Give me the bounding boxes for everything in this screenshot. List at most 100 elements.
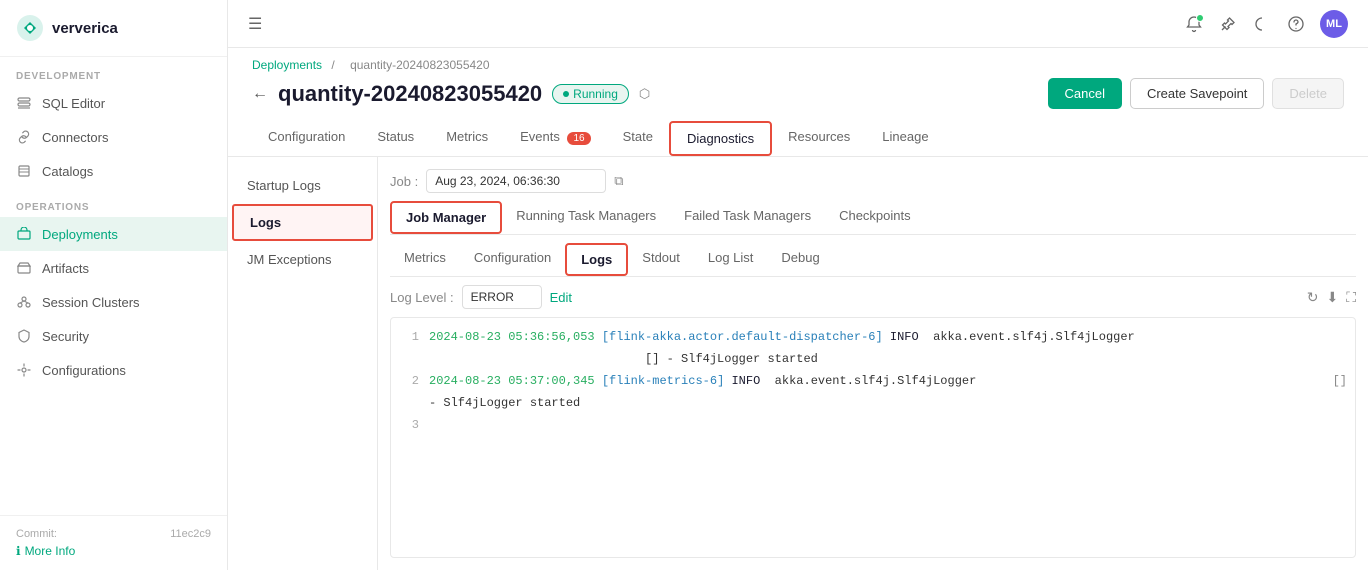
sidebar-item-security-label: Security	[42, 329, 89, 344]
topbar: ☰ ML	[228, 0, 1368, 48]
tab-status[interactable]: Status	[361, 121, 430, 156]
copy-icon[interactable]: ⧉	[614, 173, 623, 189]
tab-configuration[interactable]: Configuration	[252, 121, 361, 156]
breadcrumb-parent[interactable]: Deployments	[252, 58, 322, 72]
expand-button[interactable]: ⛶	[1346, 289, 1356, 306]
log-num-2: 2	[399, 372, 419, 390]
deployment-title: quantity-20240823055420	[278, 81, 542, 107]
log-text-1-cont: [] - Slf4jLogger started	[429, 350, 818, 368]
job-select[interactable]: Aug 23, 2024, 06:36:30	[426, 169, 606, 193]
topbar-left: ☰	[248, 14, 262, 34]
help-icon[interactable]	[1286, 14, 1306, 34]
security-icon	[16, 328, 32, 344]
commit-label: Commit:	[16, 528, 57, 540]
log-num-2-cont	[399, 394, 419, 412]
more-info-link[interactable]: ℹ More Info	[16, 544, 211, 558]
sidebar-item-connectors[interactable]: Connectors	[0, 120, 227, 154]
tab-metrics[interactable]: Metrics	[430, 121, 504, 156]
sidebar-item-session-clusters-label: Session Clusters	[42, 295, 140, 310]
notification-dot	[1196, 14, 1204, 22]
sub-tab-failed-task-managers[interactable]: Failed Task Managers	[670, 201, 825, 234]
sidebar: ververica DEVELOPMENT SQL Editor Connect…	[0, 0, 228, 570]
deployment-title-left: ← quantity-20240823055420 Running ⬡	[252, 81, 650, 107]
log-line-1: 1 2024-08-23 05:36:56,053 [flink-akka.ac…	[399, 326, 1347, 348]
breadcrumb-current: quantity-20240823055420	[350, 58, 489, 72]
breadcrumb: Deployments / quantity-20240823055420	[252, 58, 1344, 72]
log-actions: ↻ ⬇ ⛶	[1307, 289, 1356, 306]
logo-icon	[16, 14, 44, 42]
more-info-label: More Info	[25, 544, 76, 558]
job-selector-row: Job : Aug 23, 2024, 06:36:30 ⧉	[390, 169, 1356, 193]
commit-value: 11ec2c9	[170, 528, 211, 540]
sidebar-item-sql-editor-label: SQL Editor	[42, 96, 105, 111]
log-num-1-cont	[399, 350, 419, 368]
log-level-label: Log Level :	[390, 290, 454, 305]
log-line-2-cont: - Slf4jLogger started	[399, 392, 1347, 414]
status-dot	[563, 91, 569, 97]
tab-events-label: Events	[520, 129, 560, 144]
sub-tabs-row-2: Metrics Configuration Logs Stdout Log Li…	[390, 243, 1356, 277]
log-num-1: 1	[399, 328, 419, 346]
edit-log-level-link[interactable]: Edit	[550, 290, 572, 305]
sidebar-item-artifacts[interactable]: Artifacts	[0, 251, 227, 285]
theme-icon[interactable]	[1252, 14, 1272, 34]
job-label: Job :	[390, 174, 418, 189]
log-line-1-cont: [] - Slf4jLogger started	[399, 348, 1347, 370]
events-badge: 16	[567, 132, 590, 145]
sidebar-item-catalogs[interactable]: Catalogs	[0, 154, 227, 188]
sub-tab-logs[interactable]: Logs	[565, 243, 628, 276]
sidebar-item-deployments[interactable]: Deployments	[0, 217, 227, 251]
sub-tab-configuration[interactable]: Configuration	[460, 243, 565, 276]
sub-tab-checkpoints[interactable]: Checkpoints	[825, 201, 925, 234]
content-sidebar-startup-logs[interactable]: Startup Logs	[228, 169, 377, 202]
avatar[interactable]: ML	[1320, 10, 1348, 38]
config-icon	[16, 362, 32, 378]
sub-tab-debug[interactable]: Debug	[767, 243, 833, 276]
sub-tab-running-task-managers[interactable]: Running Task Managers	[502, 201, 670, 234]
sub-tab-stdout[interactable]: Stdout	[628, 243, 694, 276]
back-arrow-icon[interactable]: ←	[252, 85, 268, 103]
sub-tab-metrics[interactable]: Metrics	[390, 243, 460, 276]
refresh-button[interactable]: ↻	[1307, 289, 1319, 306]
sidebar-item-session-clusters[interactable]: Session Clusters	[0, 285, 227, 319]
sidebar-item-configurations-label: Configurations	[42, 363, 126, 378]
info-icon: ℹ	[16, 544, 21, 558]
sidebar-item-security[interactable]: Security	[0, 319, 227, 353]
expand-line-2[interactable]: []	[1333, 372, 1347, 390]
tab-state[interactable]: State	[607, 121, 669, 156]
status-badge: Running	[552, 84, 629, 104]
tab-events[interactable]: Events 16	[504, 121, 607, 156]
log-level-row: Log Level : ERROR Edit ↻ ⬇ ⛶	[390, 285, 1356, 309]
notification-icon[interactable]	[1184, 14, 1204, 34]
sidebar-item-configurations[interactable]: Configurations	[0, 353, 227, 387]
create-savepoint-button[interactable]: Create Savepoint	[1130, 78, 1264, 109]
tab-resources[interactable]: Resources	[772, 121, 866, 156]
sidebar-item-artifacts-label: Artifacts	[42, 261, 89, 276]
sub-tabs-row-1: Job Manager Running Task Managers Failed…	[390, 201, 1356, 235]
logo-text: ververica	[52, 20, 118, 37]
sub-tab-job-manager[interactable]: Job Manager	[390, 201, 502, 234]
sub-tab-log-list[interactable]: Log List	[694, 243, 768, 276]
download-button[interactable]: ⬇	[1326, 289, 1338, 306]
log-num-3: 3	[399, 416, 419, 434]
log-text-2: 2024-08-23 05:37:00,345 [flink-metrics-6…	[429, 372, 976, 390]
pin-icon[interactable]	[1218, 14, 1238, 34]
log-text-2-cont: - Slf4jLogger started	[429, 394, 580, 412]
log-content: Job : Aug 23, 2024, 06:36:30 ⧉ Job Manag…	[378, 157, 1368, 570]
log-line-3: 3	[399, 414, 1347, 436]
cluster-icon	[16, 294, 32, 310]
log-level-select[interactable]: ERROR	[462, 285, 542, 309]
content-sidebar-logs[interactable]: Logs	[232, 204, 373, 241]
artifact-icon	[16, 260, 32, 276]
menu-icon[interactable]: ☰	[248, 14, 262, 34]
cancel-button[interactable]: Cancel	[1048, 78, 1122, 109]
content-sidebar-jm-exceptions[interactable]: JM Exceptions	[228, 243, 377, 276]
commit-row: Commit: 11ec2c9	[16, 528, 211, 540]
logo: ververica	[0, 0, 227, 57]
main-tabs: Configuration Status Metrics Events 16 S…	[252, 121, 1344, 156]
cube-icon[interactable]: ⬡	[639, 86, 650, 102]
tab-lineage[interactable]: Lineage	[866, 121, 944, 156]
breadcrumb-separator: /	[331, 58, 334, 72]
tab-diagnostics[interactable]: Diagnostics	[669, 121, 772, 156]
sidebar-item-sql-editor[interactable]: SQL Editor	[0, 86, 227, 120]
